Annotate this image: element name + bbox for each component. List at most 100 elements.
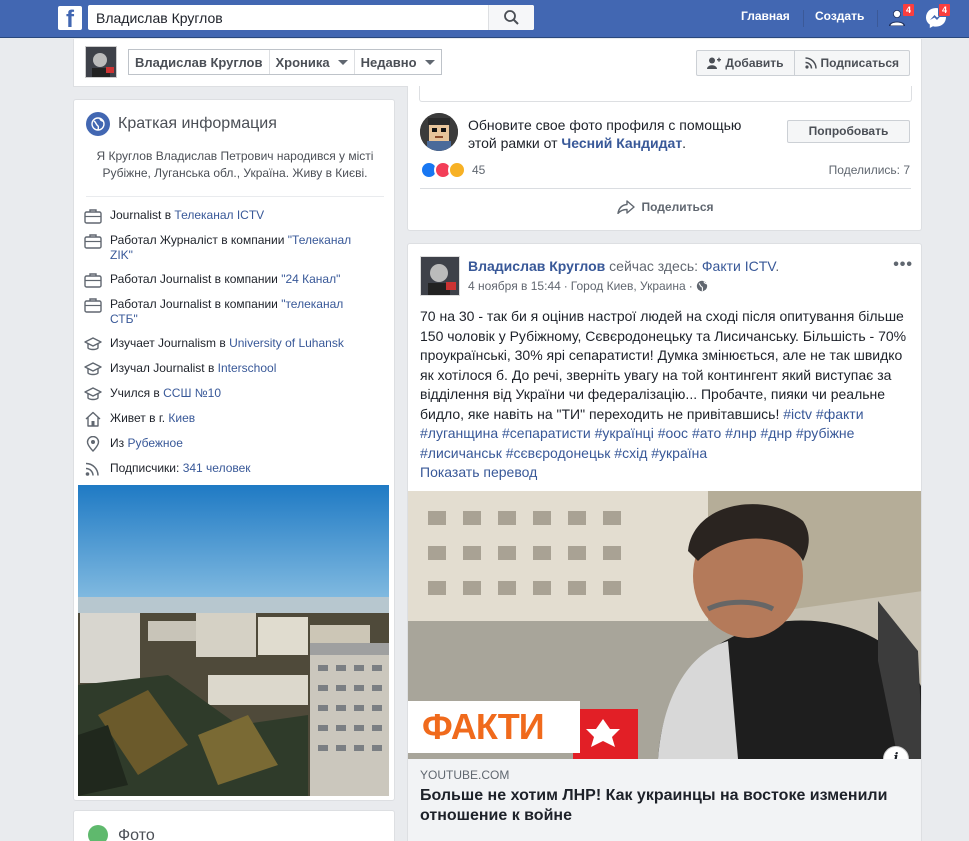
post-author-avatar[interactable]	[420, 256, 460, 296]
featured-photo[interactable]	[78, 485, 389, 796]
reactions-count: 45	[472, 163, 486, 177]
embedded-post-bottom	[419, 86, 912, 102]
graduation-cap-icon	[84, 361, 102, 377]
avatar-image	[86, 47, 116, 77]
intro-info-item: Живет в г. Киев	[84, 411, 384, 427]
globe-icon	[86, 112, 110, 136]
show-translation-link[interactable]: Показать перевод	[420, 464, 537, 480]
top-navigation-bar: f Главная Создать 4 4	[0, 0, 969, 38]
graduation-cap-icon	[84, 336, 102, 352]
post-card: Владислав Круглов сейчас здесь: Факти IC…	[407, 243, 922, 841]
chevron-down-icon	[337, 59, 348, 65]
link-preview[interactable]: YOUTUBE.COM Больше не хотим ЛНР! Как укр…	[408, 759, 921, 841]
post-date-link[interactable]: 4 ноября в 15:44	[468, 279, 561, 293]
try-frame-button[interactable]: Попробовать	[787, 120, 910, 143]
frame-avatar[interactable]	[420, 113, 458, 151]
intro-info-link[interactable]: Телеканал ICTV	[174, 208, 264, 222]
share-button[interactable]: Поделиться	[408, 200, 923, 214]
post-header: Владислав Круглов сейчас здесь: Факти IC…	[468, 258, 868, 274]
intro-info-item: Учился в ССШ №10	[84, 386, 384, 402]
friend-requests-badge: 4	[902, 3, 916, 17]
reactions-summary[interactable]: 45	[420, 161, 485, 179]
avatar-image	[421, 257, 459, 295]
profile-avatar[interactable]	[85, 46, 117, 78]
photos-title[interactable]: Фото	[118, 827, 155, 841]
nav-divider	[877, 10, 878, 27]
chronicle-label: Хроника	[275, 54, 330, 70]
post-options-button[interactable]: •••	[893, 256, 913, 274]
pixel-avatar-image	[420, 113, 458, 151]
location-suffix: .	[775, 258, 780, 274]
intro-info-link[interactable]: ССШ №10	[163, 386, 221, 400]
intro-info-link[interactable]: Киев	[168, 411, 195, 425]
messages-button[interactable]: 4	[924, 3, 952, 30]
intro-info-label: Работал Journalist в компании	[110, 297, 282, 311]
faktu-brand-text: ФАКТИ	[422, 706, 545, 747]
location-link[interactable]: Факти ICTV	[702, 258, 775, 274]
public-globe-icon[interactable]	[696, 280, 708, 292]
city-photo	[78, 485, 389, 796]
frame-text-post: .	[682, 135, 687, 151]
intro-info-label: Из	[110, 436, 128, 450]
faktu-brand-overlay: ФАКТИ	[408, 701, 580, 753]
video-thumbnail[interactable]: ФАКТИ	[408, 491, 921, 759]
intro-bio: Я Круглов Владислав Петрович народився у…	[96, 149, 374, 180]
intro-info-link[interactable]: 341 человек	[183, 461, 251, 475]
house-icon	[84, 411, 102, 427]
intro-info-text: Изучает Journalism в University of Luhan…	[110, 336, 370, 351]
graduation-cap-icon	[84, 386, 102, 402]
intro-info-label: Journalist в	[110, 208, 175, 222]
friend-requests-button[interactable]: 4	[888, 3, 916, 30]
divider	[420, 188, 911, 189]
intro-info-item: Работал Journalist в компании "телеканал…	[84, 297, 384, 327]
intro-info-item: Journalist в Телеканал ICTV	[84, 208, 384, 224]
intro-info-link[interactable]: "24 Канал"	[281, 272, 340, 286]
share-label: Поделиться	[641, 200, 714, 214]
facebook-logo[interactable]: f	[58, 6, 82, 30]
intro-info-list: Journalist в Телеканал ICTV Работал Журна…	[84, 208, 384, 486]
briefcase-icon	[84, 233, 102, 249]
photos-card: Фото	[73, 810, 395, 841]
intro-info-text: Работал Журналіст в компании "Телеканал …	[110, 233, 370, 263]
briefcase-icon	[84, 208, 102, 224]
intro-info-text: Подписчики: 341 человек	[110, 461, 370, 476]
rss-icon	[84, 461, 102, 477]
rss-icon	[804, 57, 817, 69]
intro-title: Краткая информация	[86, 112, 277, 136]
frame-author-link[interactable]: Чесний Кандидат	[561, 135, 682, 151]
profile-actions: Добавить Подписаться	[696, 50, 910, 76]
intro-info-item: Работал Journalist в компании "24 Канал"	[84, 272, 384, 288]
location-prefix: сейчас здесь:	[605, 258, 702, 274]
intro-info-text: Учился в ССШ №10	[110, 386, 370, 401]
search-box	[88, 5, 534, 30]
create-link[interactable]: Создать	[815, 9, 864, 23]
recent-dropdown[interactable]: Недавно	[355, 50, 441, 74]
intro-info-link[interactable]: University of Luhansk	[229, 336, 344, 350]
intro-info-item: Подписчики: 341 человек	[84, 461, 384, 477]
chronicle-dropdown[interactable]: Хроника	[270, 50, 355, 74]
intro-info-link[interactable]: Interschool	[218, 361, 277, 375]
meta-separator: ·	[563, 279, 568, 293]
intro-info-link[interactable]: Рубежное	[127, 436, 182, 450]
shares-count[interactable]: Поделились: 7	[829, 163, 910, 177]
intro-info-label: Изучал Journalist в	[110, 361, 218, 375]
subscribe-button[interactable]: Подписаться	[795, 51, 909, 75]
intro-info-label: Работал Журналіст в компании	[110, 233, 288, 247]
post-author-link[interactable]: Владислав Круглов	[468, 258, 605, 274]
search-button[interactable]	[488, 5, 534, 30]
profile-name-link[interactable]: Владислав Круглов	[129, 50, 270, 74]
post-place[interactable]: Город Киев, Украина	[571, 279, 686, 293]
timeline-header: Владислав Круглов Хроника Недавно Добави…	[73, 39, 922, 87]
link-title[interactable]: Больше не хотим ЛНР! Как украинцы на вос…	[420, 786, 900, 826]
intro-info-label: Изучает Journalism в	[110, 336, 230, 350]
subscribe-label: Подписаться	[820, 56, 899, 70]
add-friend-button[interactable]: Добавить	[697, 51, 795, 75]
home-link[interactable]: Главная	[741, 9, 790, 23]
briefcase-icon	[84, 272, 102, 288]
search-input[interactable]	[88, 5, 488, 30]
link-source: YOUTUBE.COM	[420, 768, 510, 782]
briefcase-icon	[84, 297, 102, 313]
messages-badge: 4	[938, 3, 952, 17]
post-meta: 4 ноября в 15:44 · Город Киев, Украина ·	[468, 279, 708, 293]
intro-info-label: Учился в	[110, 386, 164, 400]
